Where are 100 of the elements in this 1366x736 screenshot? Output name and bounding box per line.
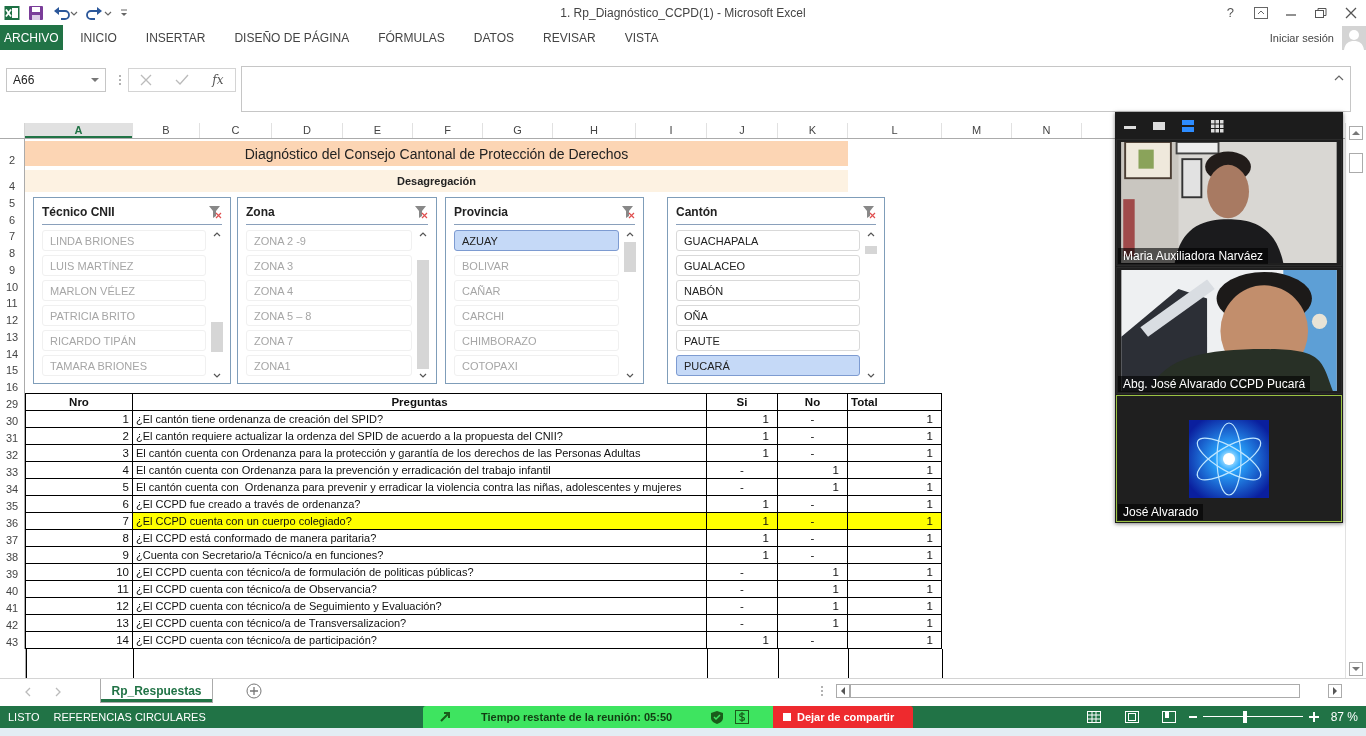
table-cell: 1 [778, 598, 848, 615]
sign-in-link[interactable]: Iniciar sesión [1269, 31, 1334, 44]
table-cell: 1 [707, 513, 778, 530]
ribbon-tab[interactable]: INSERTAR [131, 25, 220, 50]
status-text: LISTO [8, 711, 40, 723]
file-tab[interactable]: ARCHIVO [0, 25, 63, 50]
table-cell: 1 [778, 581, 848, 598]
close-icon[interactable] [1344, 6, 1358, 19]
row-number: 33 [5, 466, 19, 478]
table-cell: 1 [848, 615, 942, 632]
row-number: 16 [5, 381, 19, 393]
column-heading: Nro [25, 393, 133, 411]
clear-filter-icon[interactable] [414, 205, 428, 219]
zoom-slider[interactable] [1202, 711, 1303, 723]
window-title: 1. Rp_Diagnóstico_CCPD(1) - Microsoft Excel [560, 5, 806, 20]
formula-input[interactable] [241, 66, 1351, 112]
slicer-item[interactable]: OÑA [676, 305, 860, 326]
scroll-thumb[interactable] [1349, 153, 1363, 173]
question-cell: ¿El CCPD cuenta con un cuerpo colegiado? [133, 513, 707, 530]
column-header[interactable]: I [636, 123, 707, 138]
sheet-tab[interactable]: Rp_Respuestas [100, 679, 213, 703]
row-number: 43 [5, 636, 19, 648]
slicer-item[interactable]: PUCARÁ [676, 355, 860, 376]
column-header[interactable]: M [942, 123, 1012, 138]
scrollbar[interactable] [210, 230, 224, 380]
status-text: REFERENCIAS CIRCULARES [53, 711, 206, 723]
column-header[interactable]: B [133, 123, 200, 138]
table-cell: 1 [778, 479, 848, 496]
restore-icon[interactable] [1314, 6, 1328, 19]
column-header[interactable]: G [483, 123, 553, 138]
redo-icon[interactable] [86, 4, 112, 21]
scrollbar[interactable] [416, 230, 430, 380]
row-number: 30 [5, 415, 19, 427]
stop-sharing-button[interactable]: Dejar de compartir [773, 706, 913, 728]
column-header[interactable]: E [343, 123, 413, 138]
ribbon-tab[interactable]: INICIO [65, 25, 132, 50]
zoom-in-icon[interactable] [1308, 712, 1319, 722]
column-header[interactable]: C [200, 123, 272, 138]
slicer-title: Zona [246, 205, 275, 219]
customize-caret-icon[interactable] [120, 7, 128, 18]
clear-filter-icon[interactable] [862, 205, 876, 219]
sheet-title: Diagnóstico del Consejo Cantonal de Protección de Derechos [25, 141, 848, 166]
row-number: 31 [5, 432, 19, 444]
scroll-left-button[interactable] [836, 684, 850, 698]
ribbon-tab[interactable]: VISTA [610, 25, 674, 50]
question-cell: ¿El CCPD cuenta con técnico/a de Observancia? [133, 581, 707, 598]
spreadsheet-icon[interactable] [4, 4, 20, 21]
row-number: 34 [5, 483, 19, 495]
save-icon[interactable] [28, 4, 44, 21]
scroll-right-button[interactable] [1328, 684, 1342, 698]
scrollbar[interactable] [864, 230, 878, 380]
ribbon-tab[interactable]: DISEÑO DE PÁGINA [219, 25, 364, 50]
ribbon-tab[interactable]: DATOS [459, 25, 529, 50]
insert-function-button[interactable]: fx [212, 73, 224, 87]
column-header[interactable]: L [848, 123, 942, 138]
scroll-thumb[interactable] [865, 246, 877, 254]
undo-icon[interactable] [52, 4, 78, 21]
column-header[interactable]: J [707, 123, 778, 138]
zoom-level[interactable]: 87 % [1330, 710, 1358, 724]
clear-filter-icon[interactable] [621, 205, 635, 219]
clear-filter-icon[interactable] [208, 205, 222, 219]
column-header[interactable]: N [1012, 123, 1082, 138]
slicer-item[interactable]: AZUAY [454, 230, 619, 251]
slider-thumb[interactable] [1242, 711, 1247, 723]
scroll-thumb[interactable] [211, 322, 223, 352]
column-header[interactable]: K [778, 123, 848, 138]
gallery-view-icon[interactable] [1210, 118, 1224, 133]
scroll-up-button[interactable] [1349, 126, 1363, 140]
table-cell: 1 [25, 411, 133, 428]
row-number: 42 [5, 619, 19, 631]
enter-check-icon[interactable] [175, 74, 190, 86]
zoom-out-icon[interactable] [1188, 713, 1197, 721]
slicer-item[interactable]: GUACHAPALA [676, 230, 860, 251]
ribbon-options-icon[interactable] [1254, 6, 1268, 19]
table-cell: 8 [25, 530, 133, 547]
slicer-item[interactable]: NABÓN [676, 280, 860, 301]
column-header[interactable]: H [553, 123, 636, 138]
slicer-item[interactable]: PAUTE [676, 330, 860, 351]
arrow-icon[interactable] [439, 711, 451, 723]
expand-caret-icon[interactable] [1334, 75, 1344, 81]
scroll-down-button[interactable] [1349, 662, 1363, 676]
page-break-icon[interactable] [1161, 711, 1176, 723]
column-header[interactable]: A [25, 123, 133, 138]
ribbon-tab[interactable]: REVISAR [528, 25, 611, 50]
add-sheet-icon[interactable] [246, 683, 262, 699]
column-header[interactable]: D [272, 123, 343, 138]
help-button[interactable]: ? [1226, 5, 1234, 20]
table-cell: - [778, 513, 848, 530]
column-header[interactable]: F [413, 123, 483, 138]
strip-view-icon[interactable] [1181, 118, 1195, 133]
scrollbar[interactable] [623, 230, 637, 380]
ribbon-tab[interactable]: FÓRMULAS [363, 25, 460, 50]
name-box[interactable]: A66 [6, 68, 106, 92]
table-cell: 1 [848, 462, 942, 479]
slicer-item[interactable]: GUALACEO [676, 255, 860, 276]
normal-view-icon[interactable] [1086, 711, 1101, 723]
scroll-thumb[interactable] [417, 260, 429, 369]
horizontal-scrollbar[interactable] [850, 684, 1300, 698]
scroll-thumb[interactable] [624, 242, 636, 272]
page-layout-icon[interactable] [1124, 711, 1139, 723]
